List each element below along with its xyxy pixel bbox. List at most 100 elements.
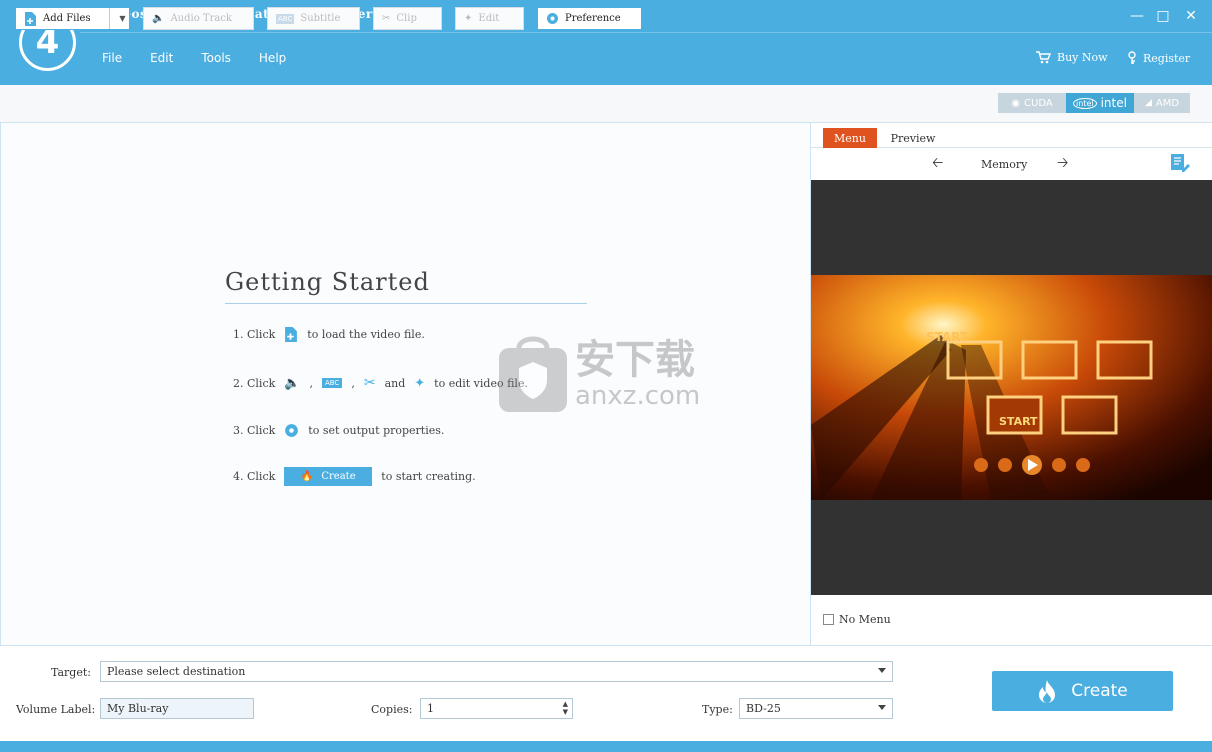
step-4-text: to start creating. — [381, 470, 476, 483]
menu-bar: File Edit Tools Help — [102, 51, 314, 65]
step-4: 4. Click 🔥 Create to start creating. — [233, 467, 476, 486]
add-files-dropdown-icon[interactable]: ▼ — [116, 14, 129, 23]
register-link[interactable]: Register — [1127, 51, 1190, 65]
register-label: Register — [1143, 51, 1191, 65]
type-label: Type: — [702, 703, 733, 716]
no-menu-checkbox[interactable]: No Menu — [823, 613, 891, 626]
intel-icon: intel — [1073, 97, 1097, 109]
add-files-label: Add Files — [43, 13, 91, 24]
create-label: Create — [1071, 681, 1128, 701]
maximize-icon[interactable]: □ — [1154, 8, 1172, 24]
speaker-icon: 🔈 — [284, 375, 301, 391]
cuda-button[interactable]: ◉ CUDA — [998, 93, 1066, 113]
step-2-comma-1: , — [309, 376, 313, 390]
intel-button[interactable]: intel intel — [1066, 93, 1134, 113]
title-underline — [225, 303, 587, 304]
volume-label-value: My Blu-ray — [107, 702, 169, 715]
gear-icon — [284, 423, 299, 438]
abc-icon: ABC — [276, 13, 295, 24]
menu-panel: Menu Preview 🡠 Memory 🡢 START START No M… — [811, 123, 1212, 645]
speaker-icon: 🔈 — [152, 13, 165, 24]
amd-button[interactable]: ◢ AMD — [1134, 93, 1190, 113]
copies-value: 1 — [427, 702, 434, 715]
volume-label-label: Volume Label: — [16, 703, 96, 716]
step-3: 3. Click to set output properties. — [233, 423, 444, 438]
subtitle-button[interactable]: ABC Subtitle — [267, 7, 360, 30]
menu-help[interactable]: Help — [259, 51, 286, 65]
create-inline-label: Create — [321, 471, 356, 482]
output-settings: Target: Please select destination Volume… — [0, 645, 1212, 741]
step-2-and: and — [384, 376, 406, 390]
step-3-text: to set output properties. — [308, 424, 445, 437]
watermark-en: anxz.com — [575, 381, 701, 411]
spinner-icon[interactable]: ▲ ▼ — [563, 700, 568, 716]
template-name: Memory — [981, 157, 1028, 171]
menu-template-image — [811, 275, 1212, 500]
audio-track-button[interactable]: 🔈 Audio Track — [143, 7, 254, 30]
clip-button[interactable]: ✂ Clip — [373, 7, 442, 30]
buy-now-label: Buy Now — [1057, 51, 1108, 64]
close-icon[interactable]: ✕ — [1182, 8, 1200, 24]
edit-button[interactable]: ✦ Edit — [455, 7, 524, 30]
no-menu-label: No Menu — [839, 613, 891, 626]
add-files-button[interactable]: Add Files ▼ — [15, 7, 130, 30]
sparkle-icon: ✦ — [414, 375, 426, 391]
menu-edit[interactable]: Edit — [150, 51, 173, 65]
target-value: Please select destination — [107, 665, 246, 678]
template-nav: 🡠 Memory 🡢 — [811, 148, 1212, 180]
edit-label: Edit — [478, 13, 500, 24]
acceleration-group: ◉ CUDA intel intel ◢ AMD — [998, 93, 1190, 113]
gear-icon — [547, 13, 558, 24]
chevron-down-icon — [878, 668, 886, 673]
sparkle-icon: ✦ — [464, 13, 473, 24]
abc-icon: ABC — [321, 378, 343, 388]
menu-preview: START START — [811, 180, 1212, 595]
scissors-icon: ✂ — [382, 13, 391, 24]
target-label: Target: — [51, 666, 91, 679]
menu-tools[interactable]: Tools — [201, 51, 231, 65]
create-button[interactable]: Create — [992, 671, 1173, 711]
step-3-number: 3. Click — [233, 424, 276, 437]
buy-now-link[interactable]: Buy Now — [1035, 51, 1108, 64]
key-icon — [1128, 51, 1136, 64]
step-2-number: 2. Click — [233, 376, 276, 390]
chevron-down-icon — [878, 705, 886, 710]
create-inline-button: 🔥 Create — [284, 467, 373, 486]
step-1: 1. Click to load the video file. — [233, 327, 425, 342]
audio-track-label: Audio Track — [170, 13, 232, 24]
arrow-left-icon[interactable]: 🡠 — [932, 152, 943, 176]
add-file-icon — [284, 327, 298, 342]
step-2-comma-2: , — [351, 376, 355, 390]
type-select[interactable]: BD-25 — [739, 698, 893, 719]
cart-icon — [1036, 51, 1051, 64]
type-value: BD-25 — [746, 702, 781, 715]
preference-label: Preference — [565, 13, 621, 24]
minimize-icon[interactable]: — — [1128, 8, 1146, 24]
edit-menu-icon[interactable] — [1170, 153, 1190, 173]
start-button-text: START — [999, 415, 1038, 428]
start-title-text: START — [926, 330, 969, 344]
volume-label-input[interactable]: My Blu-ray — [100, 698, 254, 719]
target-select[interactable]: Please select destination — [100, 661, 893, 682]
step-1-number: 1. Click — [233, 328, 276, 341]
amd-label: AMD — [1155, 97, 1180, 109]
watermark-cn: 安下载 — [575, 337, 695, 383]
menu-file[interactable]: File — [102, 51, 122, 65]
getting-started-title: Getting Started — [225, 268, 430, 296]
watermark: 安下载 anxz.com — [497, 334, 700, 414]
copies-stepper[interactable]: 1 ▲ ▼ — [420, 698, 573, 719]
scissors-icon: ✂ — [363, 375, 376, 391]
amd-icon: ◢ — [1144, 98, 1152, 108]
tab-menu[interactable]: Menu — [823, 128, 877, 148]
flame-icon — [1039, 680, 1056, 703]
step-1-text: to load the video file. — [307, 328, 425, 341]
tab-preview[interactable]: Preview — [883, 128, 943, 148]
clip-label: Clip — [396, 13, 417, 24]
subtitle-label: Subtitle — [300, 13, 341, 24]
preference-button[interactable]: Preference — [537, 7, 642, 30]
intel-label: intel — [1100, 96, 1127, 110]
step-2: 2. Click 🔈 , ABC , ✂ and ✦ to edit video… — [233, 375, 528, 391]
checkbox-icon[interactable] — [823, 614, 834, 625]
nvidia-icon: ◉ — [1011, 97, 1021, 109]
arrow-right-icon[interactable]: 🡢 — [1057, 152, 1068, 176]
